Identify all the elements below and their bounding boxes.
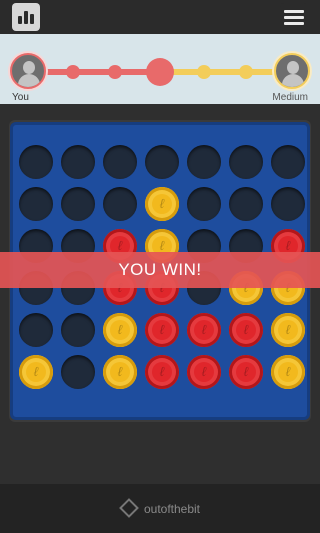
brand-logo-icon — [119, 497, 140, 519]
empty-slot[interactable] — [19, 187, 53, 221]
yellow-disc[interactable]: ℓ — [271, 355, 305, 389]
player-label-you: You — [12, 92, 29, 103]
disc-emblem-icon: ℓ — [159, 322, 165, 337]
disc-emblem-icon: ℓ — [33, 364, 39, 379]
yellow-disc[interactable]: ℓ — [19, 355, 53, 389]
empty-slot[interactable] — [145, 145, 179, 179]
red-disc[interactable]: ℓ — [145, 313, 179, 347]
empty-slot[interactable] — [61, 313, 95, 347]
red-disc[interactable]: ℓ — [229, 313, 263, 347]
empty-slot[interactable] — [229, 187, 263, 221]
empty-slot[interactable] — [19, 313, 53, 347]
empty-slot[interactable] — [61, 187, 95, 221]
yellow-disc[interactable]: ℓ — [103, 313, 137, 347]
progress-node — [108, 65, 122, 79]
brand-name: outofthebit — [143, 501, 201, 516]
empty-slot[interactable] — [103, 145, 137, 179]
win-banner: YOU WIN! — [0, 252, 320, 288]
yellow-disc[interactable]: ℓ — [271, 313, 305, 347]
progress-current-node — [146, 58, 174, 86]
disc-emblem-icon: ℓ — [201, 364, 207, 379]
four-in-a-row-logo-icon[interactable] — [12, 3, 40, 31]
progress-panel: You Medium — [0, 34, 320, 104]
progress-track-opponent — [160, 69, 278, 75]
disc-emblem-icon: ℓ — [243, 364, 249, 379]
disc-emblem-icon: ℓ — [243, 322, 249, 337]
empty-slot[interactable] — [103, 187, 137, 221]
player-avatar-you — [10, 53, 46, 89]
empty-slot[interactable] — [19, 145, 53, 179]
empty-slot[interactable] — [61, 355, 95, 389]
disc-emblem-icon: ℓ — [285, 364, 291, 379]
red-disc[interactable]: ℓ — [229, 355, 263, 389]
progress-node — [197, 65, 211, 79]
disc-emblem-icon: ℓ — [117, 364, 123, 379]
disc-emblem-icon: ℓ — [159, 196, 165, 211]
empty-slot[interactable] — [187, 145, 221, 179]
disc-emblem-icon: ℓ — [117, 322, 123, 337]
progress-node — [66, 65, 80, 79]
disc-emblem-icon: ℓ — [201, 322, 207, 337]
progress-track-you — [42, 69, 160, 75]
empty-slot[interactable] — [229, 145, 263, 179]
disc-emblem-icon: ℓ — [159, 364, 165, 379]
empty-slot[interactable] — [271, 187, 305, 221]
yellow-disc[interactable]: ℓ — [103, 355, 137, 389]
progress-node — [239, 65, 253, 79]
player-label-opponent: Medium — [272, 92, 308, 103]
red-disc[interactable]: ℓ — [187, 313, 221, 347]
empty-slot[interactable] — [61, 145, 95, 179]
empty-slot[interactable] — [271, 145, 305, 179]
red-disc[interactable]: ℓ — [187, 355, 221, 389]
disc-emblem-icon: ℓ — [285, 322, 291, 337]
yellow-disc[interactable]: ℓ — [145, 187, 179, 221]
red-disc[interactable]: ℓ — [145, 355, 179, 389]
top-bar — [0, 0, 320, 34]
player-avatar-opponent — [274, 53, 310, 89]
hamburger-menu-icon[interactable] — [280, 3, 308, 31]
footer: outofthebit — [0, 484, 320, 533]
empty-slot[interactable] — [187, 187, 221, 221]
